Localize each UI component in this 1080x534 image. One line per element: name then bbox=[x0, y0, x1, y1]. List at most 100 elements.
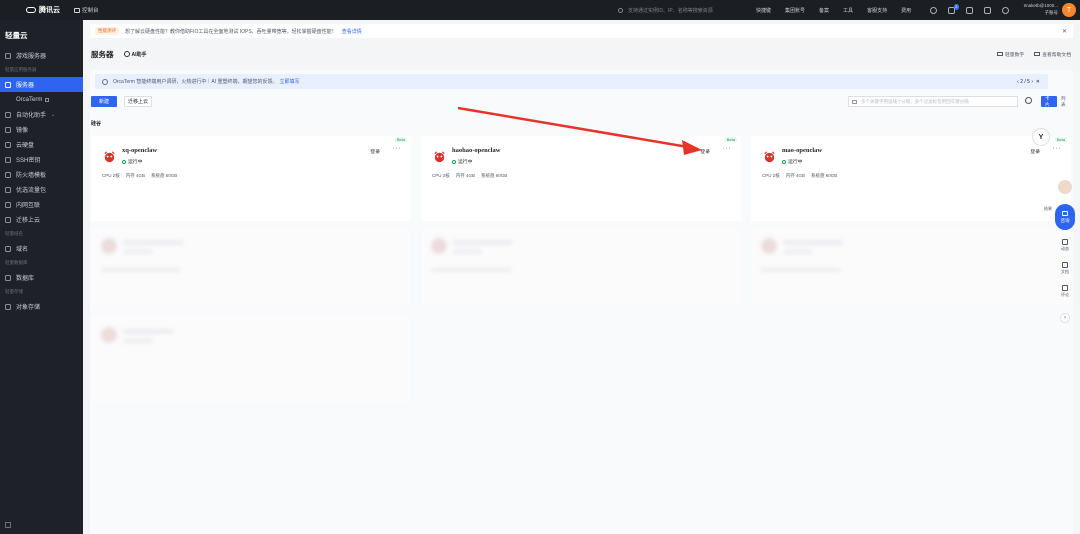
blurred-card bbox=[751, 228, 1071, 306]
nav-billing[interactable]: 费用 bbox=[901, 7, 911, 14]
console-label: 控制台 bbox=[82, 8, 99, 14]
float-item-label: 评论 bbox=[1061, 292, 1069, 297]
info-icon bbox=[102, 78, 108, 85]
sidebar-item-image[interactable]: 镜像 bbox=[0, 122, 83, 137]
main-area: 性能测评 想了解云硬盘性能？教你借助FIO工具在全面地测试 IOPS、吞吐量带宽… bbox=[83, 20, 1080, 534]
nav-support[interactable]: 客服支持 bbox=[867, 7, 887, 14]
nav-shortcut[interactable]: 快捷键 bbox=[756, 7, 771, 14]
openclaw-lobster-icon bbox=[432, 149, 447, 164]
sidebar-item-label: 内网互联 bbox=[16, 203, 41, 209]
history-icon[interactable] bbox=[1002, 6, 1009, 14]
nav-tools[interactable]: 工具 bbox=[843, 7, 853, 14]
header-link-docs[interactable]: 查看帮助文档 bbox=[1034, 51, 1071, 58]
ai-assistant-button[interactable]: AI助手 bbox=[123, 51, 147, 58]
banner-link[interactable]: 立即填写 bbox=[279, 78, 299, 85]
login-button[interactable]: 登录 bbox=[370, 148, 380, 155]
sidebar-item-orcaterm[interactable]: OrcaTerm bbox=[0, 92, 83, 107]
float-item-news[interactable]: 动态 bbox=[1056, 239, 1074, 252]
blurred-line bbox=[101, 268, 181, 272]
view-card-button[interactable]: 卡片 bbox=[1041, 96, 1057, 107]
blurred-line bbox=[783, 250, 813, 254]
ai-label: AI助手 bbox=[131, 51, 147, 58]
float-item-label: 动态 bbox=[1061, 246, 1069, 251]
sidebar-item-automation[interactable]: 自动化助手 ⌄ bbox=[0, 107, 83, 122]
sidebar-item-server[interactable]: 服务器 bbox=[0, 77, 83, 92]
sidebar-item-label: 游戏服务器 bbox=[16, 54, 47, 60]
sidebar-item-game-server[interactable]: 游戏服务器 bbox=[0, 48, 83, 63]
migrate-button[interactable]: 迁移上云 bbox=[124, 96, 152, 107]
sidebar-item-migrate[interactable]: 迁移上云 bbox=[0, 212, 83, 227]
sidebar-item-label: 镜像 bbox=[16, 128, 29, 134]
notification-badge: 2 bbox=[953, 3, 959, 10]
sidebar-item-firewall[interactable]: 防火墙模板 bbox=[0, 167, 83, 182]
sidebar-item-ssh-key[interactable]: SSH密钥 bbox=[0, 152, 83, 167]
refresh-icon[interactable] bbox=[1025, 97, 1032, 104]
server-status: 运行中 bbox=[782, 158, 802, 165]
spec-disk: 系统盘 60GB bbox=[811, 173, 838, 178]
sidebar-item-disk[interactable]: 云硬盘 bbox=[0, 137, 83, 152]
chevron-right-icon[interactable]: › bbox=[1060, 313, 1070, 323]
server-name[interactable]: haohao-openclaw bbox=[452, 147, 500, 154]
float-item-feedback[interactable]: 评论 bbox=[1056, 285, 1074, 298]
cart-icon[interactable] bbox=[984, 6, 991, 14]
mail-icon[interactable] bbox=[966, 6, 973, 14]
float-item-docs[interactable]: 文档 bbox=[1056, 262, 1074, 275]
notice-link[interactable]: 查看详情 bbox=[342, 28, 362, 35]
beta-badge: Beta bbox=[1054, 137, 1067, 142]
sidebar-item-intranet[interactable]: 内网互联 bbox=[0, 197, 83, 212]
login-button[interactable]: 登录 bbox=[1030, 148, 1040, 155]
sidebar-item-label: 优选流量包 bbox=[16, 188, 47, 194]
gamepad-icon bbox=[5, 52, 11, 59]
bell-icon[interactable]: 2 bbox=[948, 3, 959, 14]
user-account[interactable]: tmaketb@1000... 子账号 bbox=[1010, 2, 1058, 16]
server-name[interactable]: mao-openclaw bbox=[782, 147, 822, 154]
login-button[interactable]: 登录 bbox=[700, 148, 710, 155]
spec-memory: 内存 4GB bbox=[125, 173, 146, 178]
new-button[interactable]: 新建 bbox=[91, 96, 117, 107]
view-list-button[interactable]: 列表 bbox=[1057, 96, 1073, 107]
banner-text: OrcaTerm 智能终端用户调研，火热进行中｜AI 重塑终端，期望您的反馈。 bbox=[113, 79, 278, 85]
blurred-avatar bbox=[761, 238, 777, 254]
more-icon[interactable]: ··· bbox=[393, 145, 402, 152]
avatar[interactable]: T bbox=[1062, 3, 1076, 17]
nav-filing[interactable]: 备案 bbox=[819, 7, 829, 14]
blurred-avatar bbox=[101, 327, 117, 343]
nav-group-account[interactable]: 集团账号 bbox=[785, 7, 805, 14]
user-sub: 子账号 bbox=[1044, 10, 1059, 15]
server-card[interactable]: Beta xq-openclaw 运行中 登录 ··· CPU 2核 内存 4G… bbox=[91, 136, 411, 221]
blurred-line bbox=[123, 250, 153, 254]
service-avatar[interactable] bbox=[1058, 180, 1072, 194]
header-link-digital[interactable]: 轻量数字 bbox=[997, 51, 1024, 58]
console-link[interactable]: 控制台 bbox=[74, 6, 99, 14]
sidebar-item-database[interactable]: 数据库 bbox=[0, 270, 83, 285]
chevron-down-icon: ⌄ bbox=[51, 111, 56, 118]
sidebar-item-domain[interactable]: 域名 bbox=[0, 241, 83, 256]
server-card[interactable]: Beta mao-openclaw 运行中 登录 ··· CPU 2核 内存 4… bbox=[751, 136, 1071, 221]
assistant-logo-button[interactable]: Y bbox=[1032, 128, 1050, 146]
banner-pager[interactable]: ‹ 2 / 5 › ✕ bbox=[1017, 79, 1040, 85]
server-card[interactable]: Beta haohao-openclaw 运行中 登录 ··· CPU 2核 内… bbox=[421, 136, 741, 221]
more-icon[interactable]: ··· bbox=[1053, 145, 1062, 152]
tencent-cloud-logo[interactable]: 腾讯云 bbox=[26, 5, 60, 15]
global-search[interactable]: 支持通过实例ID、IP、名称等搜索资源 bbox=[618, 4, 768, 16]
beta-badge: Beta bbox=[724, 137, 737, 142]
blurred-line bbox=[453, 240, 513, 245]
cloud-icon bbox=[26, 7, 36, 13]
close-icon[interactable]: ✕ bbox=[1062, 28, 1067, 35]
spec-memory: 内存 4GB bbox=[455, 173, 476, 178]
consult-button[interactable]: 咨询 bbox=[1055, 204, 1075, 230]
status-running-icon bbox=[782, 159, 786, 164]
spec-cpu: CPU 2核 bbox=[432, 173, 450, 178]
server-name[interactable]: xq-openclaw bbox=[122, 147, 157, 154]
server-spec: CPU 2核 内存 4GB 系统盘 60GB bbox=[102, 173, 177, 179]
no-entry-icon[interactable] bbox=[930, 6, 937, 14]
news-icon bbox=[1062, 239, 1068, 245]
sidebar-item-object-storage[interactable]: 对象存储 bbox=[0, 299, 83, 314]
filter-input[interactable]: 多个关键字用竖线“|”分隔，多个过滤标签用回车键分隔 bbox=[848, 96, 1018, 107]
more-icon[interactable]: ··· bbox=[723, 145, 732, 152]
blurred-line bbox=[123, 329, 173, 334]
filter-placeholder: 多个关键字用竖线“|”分隔，多个过滤标签用回车键分隔 bbox=[861, 98, 969, 104]
sidebar-item-traffic[interactable]: 优选流量包 bbox=[0, 182, 83, 197]
collapse-sidebar-icon[interactable] bbox=[5, 522, 11, 528]
sidebar-item-label: 云硬盘 bbox=[16, 143, 35, 149]
